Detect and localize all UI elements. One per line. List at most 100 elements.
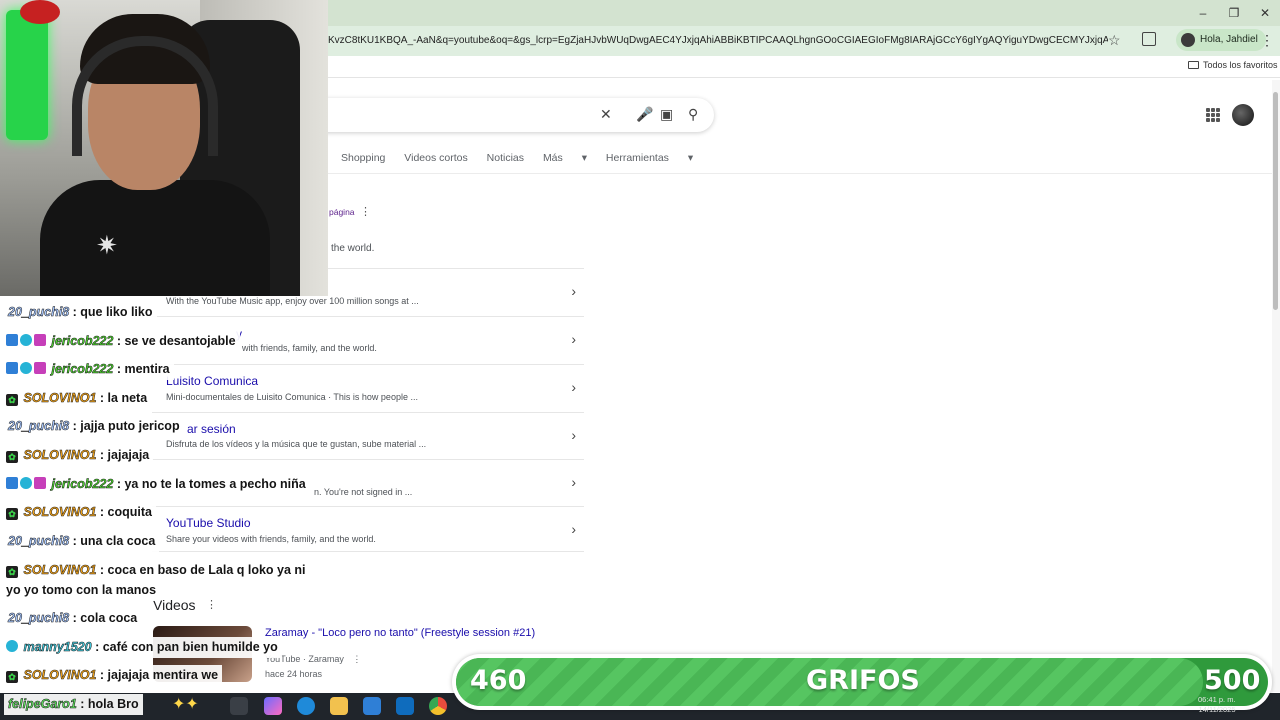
chevron-right-icon: › <box>571 283 576 299</box>
sitelink-desc: Share your videos with friends, family, … <box>166 534 376 544</box>
sitelink[interactable]: Luisito Comunica Mini-documentales de Lu… <box>152 364 584 412</box>
chat-text: : que liko liko <box>72 305 153 319</box>
sitelink-desc: with friends, family, and the world. <box>242 343 377 353</box>
chat-text: : la neta <box>99 391 148 405</box>
tab-herramientas[interactable]: Herramientas ▾ <box>606 152 693 164</box>
chat-text: : jajajaja mentira we <box>99 668 219 682</box>
result-more-icon[interactable]: ⋮ <box>360 205 371 218</box>
all-bookmarks-button[interactable]: Todos los favoritos <box>1188 60 1278 70</box>
sitelink-title[interactable]: ar sesión <box>187 422 236 436</box>
tab-videos-cortos[interactable]: Videos cortos <box>404 152 467 164</box>
chat-username: SOLOVINO1 <box>23 448 97 463</box>
scrollbar-thumb[interactable] <box>1273 92 1278 310</box>
copilot-icon[interactable] <box>264 697 282 715</box>
profile-button[interactable]: Hola, Jahdiel <box>1176 29 1266 51</box>
chat-username: jericob222 <box>51 362 114 377</box>
outlook-icon[interactable] <box>396 697 414 715</box>
leaf-badge-icon: ✿ <box>6 671 18 683</box>
chat-message: ✿ SOLOVINO1 : jajajaja mentira we <box>2 665 223 686</box>
search-icon[interactable]: ⚲ <box>688 106 698 123</box>
chevron-right-icon: › <box>571 427 576 443</box>
chat-message-continued: yo yo tomo con la manos <box>2 580 161 601</box>
badge-icon <box>34 477 46 489</box>
task-view-icon[interactable] <box>230 697 248 715</box>
chat-text: : una cla coca <box>72 534 156 548</box>
chevron-right-icon: › <box>571 379 576 395</box>
badge-icon <box>20 334 32 346</box>
chat-text: : jajja puto jericop <box>72 419 180 433</box>
chat-text: : jajajaja <box>99 448 150 462</box>
chat-username: manny1520 <box>23 640 92 655</box>
chat-username: SOLOVINO1 <box>23 391 97 406</box>
sitelink-desc: n. You're not signed in ... <box>314 487 413 497</box>
sitelink[interactable]: ar sesión Disfruta de los vídeos y la mú… <box>152 412 584 459</box>
chat-username: 20_puchi8 <box>8 419 70 434</box>
webcam-overlay: ✷ <box>0 0 328 296</box>
clear-search-icon[interactable]: ✕ <box>600 106 612 123</box>
chevron-right-icon: › <box>571 474 576 490</box>
shirt-logo: ✷ <box>96 230 118 260</box>
edge-icon[interactable] <box>297 697 315 715</box>
leaf-badge-icon: ✿ <box>6 566 18 578</box>
sitelink-title[interactable]: YouTube Studio <box>166 516 251 530</box>
file-explorer-icon[interactable] <box>330 697 348 715</box>
chat-text: : coca en baso de Lala q loko ya ni <box>99 563 306 577</box>
google-apps-icon[interactable] <box>1206 108 1220 122</box>
lens-search-icon[interactable]: ▣ <box>660 106 673 123</box>
chevron-right-icon: › <box>571 521 576 537</box>
badge-icon <box>20 362 32 374</box>
chat-text: : café con pan bien humilde yo <box>95 640 278 654</box>
chat-message: jericob222 : ya no te la tomes a pecho n… <box>2 474 310 495</box>
chat-text: : mentira <box>116 362 170 376</box>
clock-time: 06:41 p. m. <box>1198 695 1236 704</box>
chat-username: SOLOVINO1 <box>23 668 97 683</box>
restore-icon[interactable]: ❐ <box>1219 4 1249 22</box>
tab-noticias[interactable]: Noticias <box>487 152 524 164</box>
badge-icon <box>6 334 18 346</box>
chat-message: jericob222 : mentira <box>2 359 174 380</box>
voice-search-icon[interactable]: 🎤 <box>636 106 653 123</box>
result-page-link[interactable]: página <box>329 207 355 217</box>
sitelink[interactable]: YouTube Studio Share your videos with fr… <box>152 506 584 552</box>
chat-text: : hola Bro <box>80 697 139 711</box>
copilot-sparkle-icon[interactable]: ✦✦ <box>172 694 199 714</box>
video-more-icon[interactable]: ⋮ <box>352 654 361 664</box>
chat-username: SOLOVINO1 <box>23 563 97 578</box>
search-input[interactable]: ✕ 🎤 ▣ ⚲ <box>290 98 714 132</box>
tab-mas[interactable]: Más ▾ <box>543 152 587 164</box>
minimize-icon[interactable]: – <box>1188 4 1218 22</box>
goal-target: 500 <box>1204 665 1261 696</box>
chrome-icon[interactable] <box>429 697 447 715</box>
profile-avatar <box>1181 33 1195 47</box>
chat-text: : ya no te la tomes a pecho niña <box>116 477 306 491</box>
chat-message: 20_puchi8 : cola coca <box>4 608 142 629</box>
system-clock[interactable]: 06:41 p. m. 14/11/2025 <box>1198 695 1236 715</box>
extensions-icon[interactable] <box>1142 32 1156 46</box>
folder-icon <box>1188 61 1199 69</box>
badge-icon <box>6 362 18 374</box>
stream-screen: – ❐ ✕ KvzC8tKU1KBQA_-AaN&q=youtube&oq=&g… <box>0 0 1280 720</box>
chat-message: ✿ SOLOVINO1 : coca en baso de Lala q lok… <box>2 560 310 581</box>
browser-menu-icon[interactable]: ⋮ <box>1260 32 1274 49</box>
sitelink-desc: With the YouTube Music app, enjoy over 1… <box>166 296 419 306</box>
chat-message: manny1520 : café con pan bien humilde yo <box>2 637 282 658</box>
chevron-right-icon: › <box>571 331 576 347</box>
chat-username: jericob222 <box>51 477 114 492</box>
account-avatar[interactable] <box>1232 104 1254 126</box>
video-title[interactable]: Zaramay - "Loco pero no tanto" (Freestyl… <box>265 627 535 639</box>
address-bar[interactable]: KvzC8tKU1KBQA_-AaN&q=youtube&oq=&gs_lcrp… <box>328 35 1108 46</box>
chat-message: 20_puchi8 : una cla coca <box>4 531 160 552</box>
bookmark-star-icon[interactable]: ☆ <box>1108 32 1121 49</box>
sitelink-title[interactable]: Luisito Comunica <box>166 374 258 388</box>
chat-username: jericob222 <box>51 334 114 349</box>
result-snippet: the world. <box>331 243 375 254</box>
badge-icon <box>34 362 46 374</box>
tab-shopping[interactable]: Shopping <box>341 152 385 164</box>
store-icon[interactable] <box>363 697 381 715</box>
leaf-badge-icon: ✿ <box>6 508 18 520</box>
chat-username: 20_puchi8 <box>8 305 70 320</box>
sitelink-desc: Mini-documentales de Luisito Comunica · … <box>166 392 418 402</box>
videos-more-icon[interactable]: ⋮ <box>206 598 217 611</box>
close-window-icon[interactable]: ✕ <box>1250 4 1280 22</box>
chat-username: 20_puchi8 <box>8 534 70 549</box>
